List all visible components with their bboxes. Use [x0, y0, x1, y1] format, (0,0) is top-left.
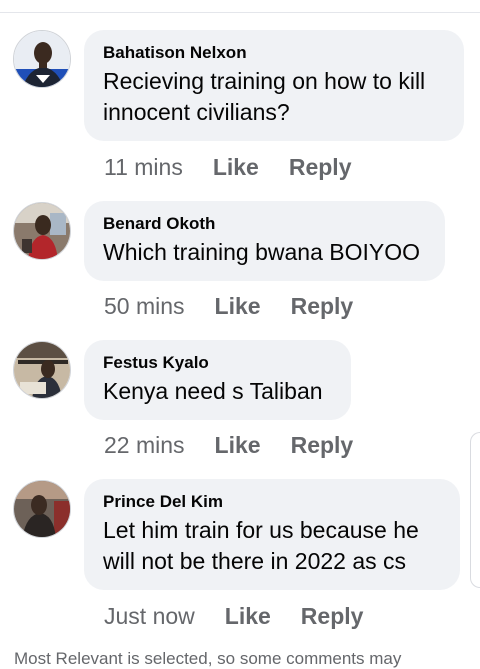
- comment-author[interactable]: Prince Del Kim: [103, 492, 440, 512]
- comment-filter-note: Most Relevant is selected, so some comme…: [14, 649, 402, 668]
- like-button[interactable]: Like: [225, 602, 271, 630]
- avatar[interactable]: [13, 480, 71, 538]
- comment-timestamp[interactable]: 22 mins: [104, 431, 185, 459]
- comment-bubble: Prince Del Kim Let him train for us beca…: [84, 479, 460, 590]
- top-divider: [0, 12, 480, 13]
- comment-actions: 11 mins Like Reply: [104, 153, 352, 181]
- comment-timestamp[interactable]: 50 mins: [104, 292, 185, 320]
- comment-author[interactable]: Benard Okoth: [103, 214, 425, 234]
- reply-button[interactable]: Reply: [291, 292, 354, 320]
- comment-timestamp[interactable]: Just now: [104, 602, 195, 630]
- comment-timestamp[interactable]: 11 mins: [104, 153, 183, 181]
- comment-bubble: Bahatison Nelxon Recieving training on h…: [84, 30, 464, 141]
- comment-text: Kenya need s Taliban: [103, 378, 323, 404]
- comment-text: Which training bwana BOIYOO: [103, 239, 421, 265]
- reply-button[interactable]: Reply: [291, 431, 354, 459]
- like-button[interactable]: Like: [213, 153, 259, 181]
- like-button[interactable]: Like: [215, 292, 261, 320]
- comment-actions: 22 mins Like Reply: [104, 431, 353, 459]
- reply-button[interactable]: Reply: [289, 153, 352, 181]
- comment-text: Recieving training on how to kill innoce…: [103, 68, 426, 125]
- reply-button[interactable]: Reply: [301, 602, 364, 630]
- comment-author[interactable]: Festus Kyalo: [103, 353, 331, 373]
- side-panel-edge: [470, 432, 480, 588]
- comment-text: Let him train for us because he will not…: [103, 517, 419, 574]
- avatar[interactable]: [13, 30, 71, 88]
- comment-actions: 50 mins Like Reply: [104, 292, 353, 320]
- comment-bubble: Benard Okoth Which training bwana BOIYOO: [84, 201, 445, 281]
- like-button[interactable]: Like: [215, 431, 261, 459]
- comment-author[interactable]: Bahatison Nelxon: [103, 43, 444, 63]
- comment-actions: Just now Like Reply: [104, 602, 363, 630]
- avatar[interactable]: [13, 341, 71, 399]
- comment-bubble: Festus Kyalo Kenya need s Taliban: [84, 340, 351, 420]
- avatar[interactable]: [13, 202, 71, 260]
